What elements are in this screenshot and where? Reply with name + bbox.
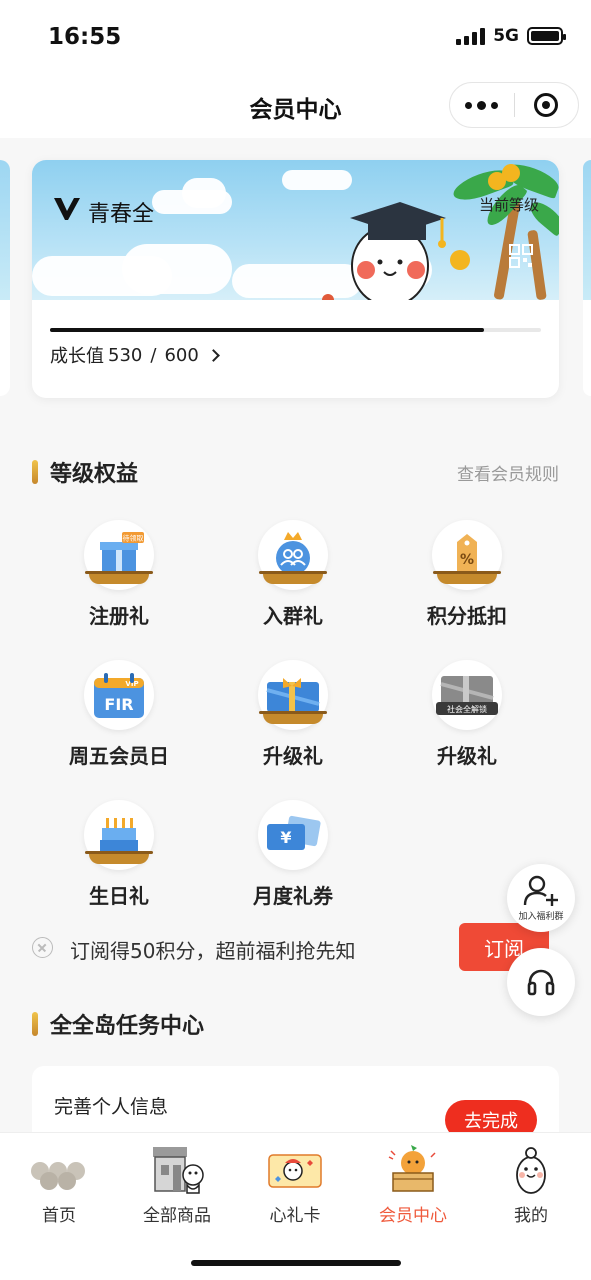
blue-gift-card-icon xyxy=(258,660,328,730)
card-banner: 青春全 当前等级 xyxy=(32,160,559,300)
signal-icon xyxy=(456,27,486,45)
benefit-label: 升级礼 xyxy=(437,744,497,768)
benefit-join-group-gift[interactable]: 入群礼 xyxy=(228,520,358,629)
benefit-upgrade-gift[interactable]: 升级礼 xyxy=(228,660,358,769)
benefit-label: 注册礼 xyxy=(89,604,149,628)
gift-card-icon xyxy=(265,1141,325,1197)
customer-service-button[interactable] xyxy=(507,948,575,1016)
home-icon xyxy=(29,1141,89,1197)
next-level-card[interactable] xyxy=(583,160,591,396)
join-group-label: 加入福利群 xyxy=(518,911,564,922)
previous-level-card[interactable] xyxy=(0,160,10,396)
tab-gift-card[interactable]: 心礼卡 xyxy=(236,1141,354,1226)
benefit-friday-member-day[interactable]: VIP FIR 周五会员日 xyxy=(54,660,184,769)
member-center-icon xyxy=(383,1141,443,1197)
task-center-header: 全全岛任务中心 xyxy=(32,1008,204,1040)
member-level-card[interactable]: 青春全 当前等级 成长值 530 / 600 xyxy=(32,160,559,398)
gift-box-icon: 待领取 xyxy=(84,520,154,590)
benefit-label: 升级礼 xyxy=(263,744,323,768)
coupon-icon: ¥ xyxy=(258,800,328,870)
target-icon xyxy=(534,93,559,117)
benefits-title: 等级权益 xyxy=(50,462,139,487)
tab-home[interactable]: 首页 xyxy=(0,1141,118,1226)
growth-target: 600 xyxy=(164,344,199,366)
section-accent-bar xyxy=(32,460,38,484)
growth-current: 530 xyxy=(108,344,143,366)
graduate-mascot-icon xyxy=(350,202,446,300)
task-center-title: 全全岛任务中心 xyxy=(50,1014,205,1039)
benefit-points-deduction[interactable]: % 积分抵扣 xyxy=(402,520,532,629)
tab-label: 会员中心 xyxy=(379,1206,447,1226)
benefit-label: 积分抵扣 xyxy=(427,604,507,628)
growth-separator: / xyxy=(150,344,157,366)
locked-gift-badge: 社会全解锁 xyxy=(447,704,487,714)
tab-profile[interactable]: 我的 xyxy=(472,1141,590,1226)
qr-code-icon[interactable] xyxy=(509,244,533,268)
status-time: 16:55 xyxy=(48,24,122,50)
benefit-birthday-gift[interactable]: 生日礼 xyxy=(54,800,184,909)
vip-calendar-icon: VIP FIR xyxy=(84,660,154,730)
subscribe-text: 订阅得50积分，超前福利抢先知 xyxy=(70,939,356,963)
growth-progress-bar xyxy=(50,328,541,332)
benefit-label: 月度礼券 xyxy=(253,884,333,908)
register-gift-badge: 待领取 xyxy=(123,534,144,543)
home-indicator xyxy=(191,1260,401,1266)
group-crown-icon xyxy=(258,520,328,590)
benefits-header: 等级权益 xyxy=(32,456,138,488)
svg-text:%: % xyxy=(460,552,474,568)
more-icon[interactable] xyxy=(450,83,514,127)
member-rules-link[interactable]: 查看会员规则 xyxy=(457,460,559,485)
benefit-monthly-coupon[interactable]: ¥ 月度礼券 xyxy=(228,800,358,909)
vip-calendar-text: FIR xyxy=(104,695,133,714)
tab-label: 全部商品 xyxy=(143,1206,211,1226)
tab-label: 心礼卡 xyxy=(269,1206,321,1226)
shop-icon xyxy=(147,1141,207,1197)
network-type: 5G xyxy=(493,26,519,46)
nav-bar: 会员中心 xyxy=(0,72,591,138)
tab-label: 首页 xyxy=(42,1206,76,1226)
close-icon[interactable] xyxy=(32,937,53,958)
birthday-cake-icon xyxy=(84,800,154,870)
benefit-label: 周五会员日 xyxy=(69,744,169,768)
battery-icon xyxy=(527,27,566,45)
tab-label: 我的 xyxy=(514,1206,548,1226)
benefit-upgrade-gift-locked[interactable]: 社会全解锁 升级礼 xyxy=(402,660,532,769)
benefit-label: 入群礼 xyxy=(263,604,323,628)
level-name: 青春全 xyxy=(88,202,155,227)
section-accent-bar xyxy=(32,1012,38,1036)
growth-progress-fill xyxy=(50,328,484,332)
status-icons: 5G xyxy=(456,26,566,46)
benefit-label: 生日礼 xyxy=(89,884,149,908)
coupon-symbol: ¥ xyxy=(280,828,291,847)
locked-gift-card-icon: 社会全解锁 xyxy=(432,660,502,730)
discount-tag-icon: % xyxy=(432,520,502,590)
subscribe-banner: 订阅得50积分，超前福利抢先知 订阅 xyxy=(0,922,591,974)
tab-all-products[interactable]: 全部商品 xyxy=(118,1141,236,1226)
brand-logo xyxy=(54,198,80,220)
current-level-label: 当前等级 xyxy=(478,196,539,214)
add-user-icon xyxy=(523,875,558,906)
growth-value-link[interactable]: 成长值 530 / 600 xyxy=(50,342,220,368)
profile-icon xyxy=(501,1141,561,1197)
chevron-right-icon xyxy=(206,348,220,362)
status-bar: 16:55 5G xyxy=(0,0,591,72)
growth-label: 成长值 xyxy=(50,346,104,367)
close-mini-program-button[interactable] xyxy=(515,83,579,127)
headset-icon xyxy=(527,969,555,996)
mini-program-capsule xyxy=(449,82,579,128)
tab-member-center[interactable]: 会员中心 xyxy=(354,1141,472,1226)
benefit-register-gift[interactable]: 待领取 注册礼 xyxy=(54,520,184,629)
bottom-tab-bar: 首页 全部商品 心礼卡 会员中心 我的 xyxy=(0,1132,591,1280)
task-title: 完善个人信息 xyxy=(54,1096,169,1118)
join-welfare-group-button[interactable]: 加入福利群 xyxy=(507,864,575,932)
